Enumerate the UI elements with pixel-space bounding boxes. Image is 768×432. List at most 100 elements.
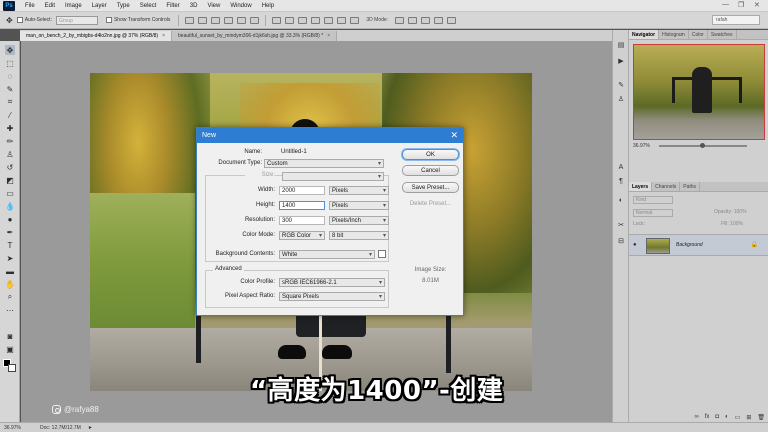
width-field[interactable]: 2000 <box>279 186 325 195</box>
resolution-unit-dropdown[interactable]: Pixels/Inch <box>329 216 389 225</box>
move-tool-icon[interactable]: ✥ <box>5 45 15 55</box>
menu-3d[interactable]: 3D <box>185 3 203 9</box>
align-right-icon[interactable] <box>250 16 260 24</box>
document-type-dropdown[interactable]: Custom <box>264 159 384 168</box>
tab-beautiful-sunset[interactable]: beautiful_sunset_by_mindym306-d1jk6sh.jp… <box>172 31 338 41</box>
distribute-icon[interactable] <box>272 16 282 24</box>
align-middle-icon[interactable] <box>198 16 208 24</box>
move-tool-icon[interactable]: ✥ <box>6 16 13 25</box>
fill-field[interactable]: Fill: 100% <box>721 221 743 229</box>
align-center-icon[interactable] <box>237 16 247 24</box>
zoom-tool-icon[interactable]: ⌕ <box>5 292 15 302</box>
blend-mode-dropdown[interactable]: Normal <box>633 209 673 217</box>
menu-edit[interactable]: Edit <box>40 3 60 9</box>
opacity-field[interactable]: Opacity: 100% <box>714 209 747 217</box>
navigator-zoom-knob[interactable] <box>700 143 705 148</box>
menu-image[interactable]: Image <box>60 3 87 9</box>
save-preset-button[interactable]: Save Preset... <box>402 182 459 193</box>
distribute-icon[interactable] <box>337 16 347 24</box>
distribute-icon[interactable] <box>298 16 308 24</box>
quick-mask-icon[interactable]: ◙ <box>5 331 15 341</box>
link-layers-icon[interactable]: ∞ <box>694 414 698 420</box>
group-icon[interactable]: ▭ <box>735 414 741 421</box>
workspace-search-input[interactable]: rafah <box>712 15 760 25</box>
3d-slide-icon[interactable] <box>434 16 444 24</box>
auto-align-icon[interactable] <box>350 16 360 24</box>
menu-file[interactable]: File <box>20 3 40 9</box>
align-left-icon[interactable] <box>224 16 234 24</box>
crop-tool-icon[interactable]: ⌗ <box>5 97 15 107</box>
3d-scale-icon[interactable] <box>447 16 457 24</box>
paragraph-icon[interactable]: ¶ <box>616 176 626 186</box>
distribute-icon[interactable] <box>311 16 321 24</box>
layer-row-background[interactable]: ● Background 🔒 <box>629 234 768 256</box>
healing-brush-tool-icon[interactable]: ✚ <box>5 123 15 133</box>
close-window-button[interactable]: ✕ <box>754 1 760 9</box>
minimize-button[interactable]: — <box>722 1 729 8</box>
align-top-icon[interactable] <box>185 16 195 24</box>
tab-navigator[interactable]: Navigator <box>629 30 660 39</box>
layer-mask-icon[interactable]: ◘ <box>715 414 719 420</box>
eyedropper-tool-icon[interactable]: ⁄ <box>5 110 15 120</box>
visibility-eye-icon[interactable]: ● <box>633 242 637 248</box>
close-tab-icon[interactable]: × <box>327 33 330 39</box>
auto-select-checkbox[interactable] <box>16 17 23 23</box>
auto-select-dropdown[interactable]: Group <box>55 15 98 25</box>
tab-layers[interactable]: Layers <box>629 182 653 191</box>
trash-icon[interactable]: 🗑 <box>757 414 765 421</box>
background-color-swatch[interactable] <box>378 250 386 258</box>
3d-rotate-icon[interactable] <box>395 16 405 24</box>
quick-select-tool-icon[interactable]: ✎ <box>5 84 15 94</box>
libraries-icon[interactable]: ⊟ <box>616 236 626 246</box>
3d-roll-icon[interactable] <box>408 16 418 24</box>
dodge-tool-icon[interactable]: ● <box>5 214 15 224</box>
history-icon[interactable]: ▤ <box>616 40 626 50</box>
background-color-swatch[interactable] <box>8 364 16 372</box>
menu-window[interactable]: Window <box>225 3 256 9</box>
cancel-button[interactable]: Cancel <box>402 165 459 176</box>
gradient-tool-icon[interactable]: ▭ <box>5 188 15 198</box>
navigator-thumbnail[interactable] <box>633 44 765 140</box>
height-field[interactable]: 1400 <box>279 201 325 210</box>
status-menu-arrow-icon[interactable]: ▸ <box>89 424 92 431</box>
pixel-aspect-dropdown[interactable]: Square Pixels <box>279 292 385 301</box>
height-unit-dropdown[interactable]: Pixels <box>329 201 389 210</box>
type-tool-icon[interactable]: T <box>5 240 15 250</box>
tab-paths[interactable]: Paths <box>680 182 701 191</box>
eraser-tool-icon[interactable]: ◩ <box>5 175 15 185</box>
bit-depth-dropdown[interactable]: 8 bit <box>329 231 389 240</box>
menu-filter[interactable]: Filter <box>161 3 184 9</box>
close-icon[interactable]: ✕ <box>450 128 458 143</box>
background-contents-dropdown[interactable]: White <box>279 250 375 259</box>
brush-tool-icon[interactable]: ✏ <box>5 136 15 146</box>
width-unit-dropdown[interactable]: Pixels <box>329 186 389 195</box>
shape-tool-icon[interactable]: ▬ <box>5 266 15 276</box>
menu-select[interactable]: Select <box>135 3 162 9</box>
more-tools-icon[interactable]: ⋯ <box>5 305 15 315</box>
adjustment-layer-icon[interactable]: ◐ <box>725 414 729 420</box>
tab-swatches[interactable]: Swatches <box>708 30 737 39</box>
align-bottom-icon[interactable] <box>211 16 221 24</box>
clone-source-icon[interactable]: ♙ <box>616 94 626 104</box>
marquee-tool-icon[interactable]: ⬚ <box>5 58 15 68</box>
tab-color[interactable]: Color <box>689 30 708 39</box>
history-brush-tool-icon[interactable]: ↺ <box>5 162 15 172</box>
dialog-title-bar[interactable]: New ✕ <box>197 128 463 143</box>
menu-help[interactable]: Help <box>257 3 279 9</box>
close-tab-icon[interactable]: × <box>162 33 165 39</box>
brush-preset-icon[interactable]: ✎ <box>616 80 626 90</box>
tab-histogram[interactable]: Histogram <box>659 30 689 39</box>
show-transform-checkbox[interactable] <box>105 17 112 23</box>
ok-button[interactable]: OK <box>402 149 459 160</box>
actions-icon[interactable]: ▶ <box>616 56 626 66</box>
layer-style-icon[interactable]: fx <box>705 414 710 420</box>
menu-layer[interactable]: Layer <box>87 3 112 9</box>
layer-filter-dropdown[interactable]: Kind <box>633 196 673 204</box>
adjustments-icon[interactable]: ◐ <box>616 195 626 205</box>
clone-stamp-tool-icon[interactable]: ♙ <box>5 149 15 159</box>
new-layer-icon[interactable]: ⊞ <box>746 414 751 421</box>
menu-type[interactable]: Type <box>112 3 135 9</box>
name-field[interactable]: Untitled-1 <box>279 148 385 157</box>
menu-view[interactable]: View <box>202 3 225 9</box>
path-select-tool-icon[interactable]: ➤ <box>5 253 15 263</box>
